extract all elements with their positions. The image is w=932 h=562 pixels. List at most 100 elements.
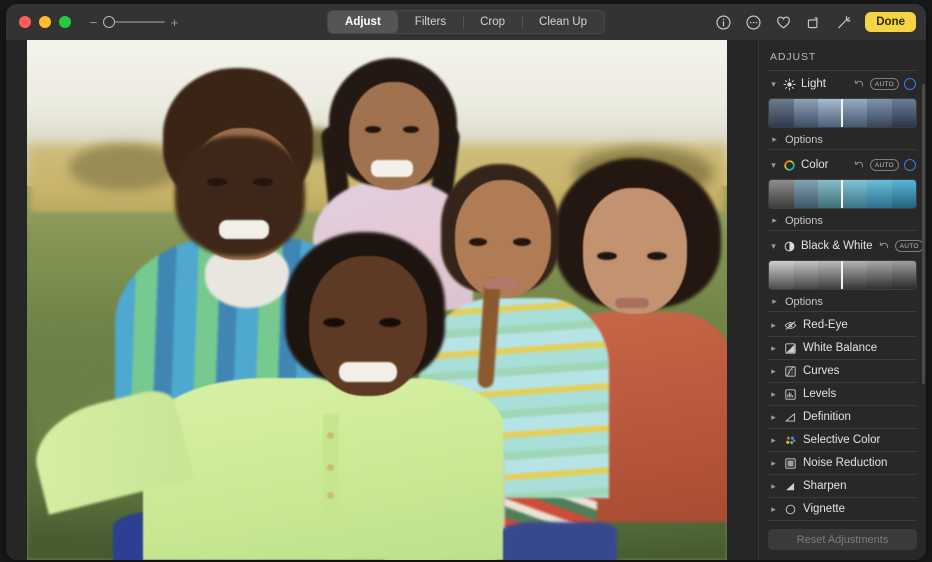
auto-badge[interactable]: AUTO — [870, 78, 899, 90]
edit-mode-segmented-control[interactable]: Adjust Filters Crop Clean Up — [327, 10, 605, 34]
light-options-row[interactable]: ▸ Options — [768, 130, 917, 150]
chevron-right-icon[interactable]: ▸ — [769, 481, 778, 492]
sidebar-item-label: Curves — [803, 365, 839, 377]
zoom-out-icon[interactable]: − — [89, 16, 98, 29]
section-label: Color — [801, 159, 848, 171]
toolbar: − + Adjust Filters Crop Clean Up — [6, 4, 926, 40]
sidebar-item-label: Levels — [803, 388, 836, 400]
adjustments-sidebar[interactable]: ADJUST ▾ Light AUTO ▸ — [758, 40, 926, 560]
minimize-window-button[interactable] — [39, 16, 51, 28]
tab-filters[interactable]: Filters — [398, 11, 463, 33]
section-light[interactable]: ▾ Light AUTO — [768, 71, 917, 97]
sidebar-item-red-eye[interactable]: ▸ Red-Eye — [768, 314, 917, 337]
sidebar-item-curves[interactable]: ▸ Curves — [768, 360, 917, 383]
close-window-button[interactable] — [19, 16, 31, 28]
photo-canvas[interactable] — [6, 40, 758, 560]
tab-crop[interactable]: Crop — [463, 11, 522, 33]
noise-reduction-icon — [784, 457, 797, 470]
chevron-right-icon[interactable]: ▸ — [769, 504, 778, 515]
eye-left — [207, 178, 227, 186]
rotate-icon[interactable] — [805, 14, 822, 31]
chevron-right-icon[interactable]: ▸ — [770, 134, 779, 145]
blue-jeans-right — [497, 522, 617, 560]
zoom-slider-track[interactable] — [103, 16, 165, 28]
section-toggle[interactable] — [904, 159, 916, 171]
smiling-mouth — [219, 220, 269, 239]
color-preview-filmstrip[interactable] — [768, 179, 917, 209]
traffic-lights — [19, 16, 71, 28]
sidebar-item-sharpen[interactable]: ▸ Sharpen — [768, 475, 917, 498]
light-preview-filmstrip[interactable] — [768, 98, 917, 128]
zoom-slider-control[interactable]: − + — [89, 16, 179, 29]
eye-left — [365, 126, 381, 133]
eye-right — [403, 126, 419, 133]
zoom-in-icon[interactable]: + — [170, 16, 179, 29]
options-label: Options — [785, 296, 823, 308]
red-eye-icon — [784, 319, 797, 332]
sidebar-item-label: Noise Reduction — [803, 457, 887, 469]
chevron-right-icon[interactable]: ▸ — [770, 215, 779, 226]
info-icon[interactable] — [715, 14, 732, 31]
sidebar-item-selective-color[interactable]: ▸ Selective Color — [768, 429, 917, 452]
reset-icon[interactable] — [853, 78, 865, 90]
sidebar-item-label: White Balance — [803, 342, 877, 354]
smiling-mouth — [339, 362, 397, 382]
eye-right — [513, 238, 531, 246]
tab-adjust[interactable]: Adjust — [328, 11, 398, 33]
section-toggle[interactable] — [904, 78, 916, 90]
section-black-and-white[interactable]: ▾ Black & White AUTO — [768, 233, 917, 259]
maximize-window-button[interactable] — [59, 16, 71, 28]
magic-wand-icon[interactable] — [835, 14, 852, 31]
levels-icon — [784, 388, 797, 401]
panel-title: ADJUST — [768, 40, 917, 71]
section-label: Black & White — [801, 240, 873, 252]
reset-adjustments-button[interactable]: Reset Adjustments — [768, 529, 917, 550]
brightness-sun-icon — [783, 78, 796, 91]
smiling-mouth — [371, 160, 413, 177]
sidebar-item-definition[interactable]: ▸ Definition — [768, 406, 917, 429]
zoom-slider-handle[interactable] — [103, 16, 115, 28]
chevron-right-icon[interactable]: ▸ — [769, 458, 778, 469]
tab-clean-up[interactable]: Clean Up — [522, 11, 604, 33]
options-label: Options — [785, 134, 823, 146]
definition-icon — [784, 411, 797, 424]
chevron-right-icon[interactable]: ▸ — [769, 435, 778, 446]
color-options-row[interactable]: ▸ Options — [768, 211, 917, 231]
chevron-right-icon[interactable]: ▸ — [769, 366, 778, 377]
color-wheel-icon — [783, 159, 796, 172]
black-white-options-row[interactable]: ▸ Options — [768, 292, 917, 312]
vignette-icon — [784, 503, 797, 516]
section-color[interactable]: ▾ Color AUTO — [768, 152, 917, 178]
chevron-down-icon[interactable]: ▾ — [769, 79, 778, 90]
chevron-right-icon[interactable]: ▸ — [769, 320, 778, 331]
sidebar-scrollbar[interactable] — [922, 84, 925, 384]
chevron-right-icon[interactable]: ▸ — [769, 412, 778, 423]
chevron-down-icon[interactable]: ▾ — [769, 160, 778, 171]
sidebar-item-vignette[interactable]: ▸ Vignette — [768, 498, 917, 521]
chevron-right-icon[interactable]: ▸ — [769, 343, 778, 354]
sidebar-item-noise-reduction[interactable]: ▸ Noise Reduction — [768, 452, 917, 475]
black-white-circle-icon — [783, 240, 796, 253]
chevron-right-icon[interactable]: ▸ — [770, 296, 779, 307]
more-options-icon[interactable] — [745, 14, 762, 31]
neutral-mouth — [483, 278, 517, 289]
sidebar-item-white-balance[interactable]: ▸ White Balance — [768, 337, 917, 360]
photo-image[interactable] — [27, 40, 727, 560]
auto-badge[interactable]: AUTO — [870, 159, 899, 171]
photos-edit-window: − + Adjust Filters Crop Clean Up — [6, 4, 926, 560]
section-label: Light — [801, 78, 848, 90]
chevron-down-icon[interactable]: ▾ — [769, 241, 778, 252]
done-button[interactable]: Done — [865, 12, 916, 32]
eye-right — [647, 252, 667, 260]
options-label: Options — [785, 215, 823, 227]
auto-badge[interactable]: AUTO — [895, 240, 924, 252]
favorite-heart-icon[interactable] — [775, 14, 792, 31]
sidebar-item-label: Sharpen — [803, 480, 846, 492]
reset-icon[interactable] — [878, 240, 890, 252]
eye-left — [597, 252, 617, 260]
black-white-preview-filmstrip[interactable] — [768, 260, 917, 290]
reset-icon[interactable] — [853, 159, 865, 171]
sidebar-item-levels[interactable]: ▸ Levels — [768, 383, 917, 406]
chevron-right-icon[interactable]: ▸ — [769, 389, 778, 400]
eye-right — [253, 178, 273, 186]
